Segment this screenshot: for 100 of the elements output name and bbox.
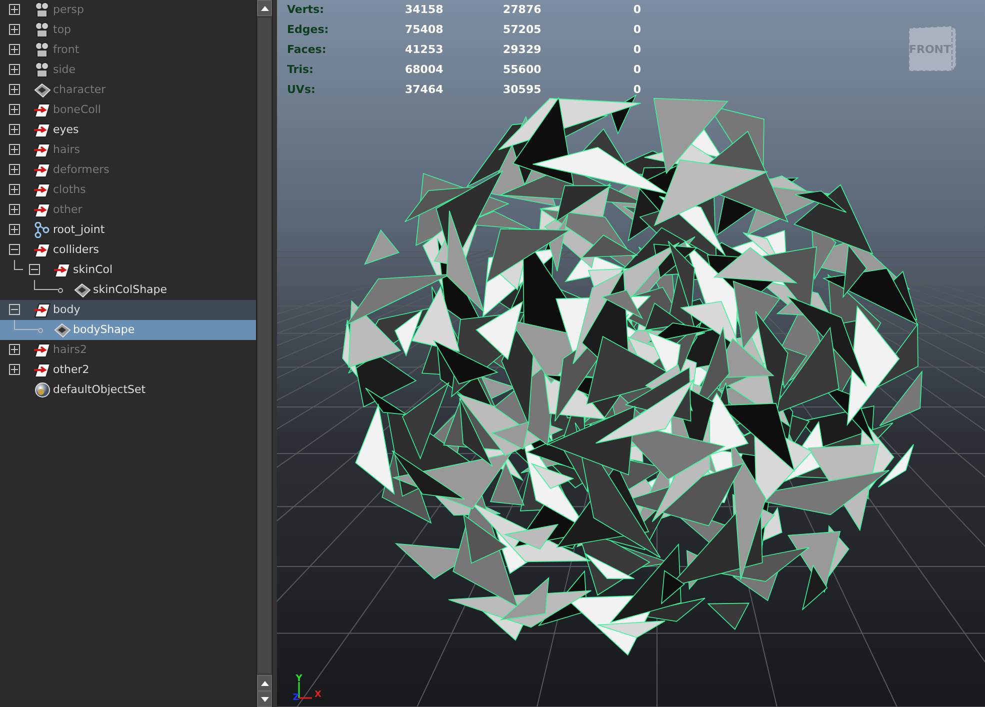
stat-label: Faces: <box>287 40 405 60</box>
outliner-item[interactable]: hairs <box>0 140 256 160</box>
outliner-item[interactable]: body <box>0 300 256 320</box>
mesh-icon <box>74 282 91 298</box>
outliner-item[interactable]: colliders <box>0 240 256 260</box>
crystal-mesh-drawing[interactable] <box>342 94 922 656</box>
expand-toggle[interactable] <box>9 224 20 235</box>
item-label: root_joint <box>53 222 105 238</box>
scroll-up-button[interactable] <box>257 0 272 16</box>
collapse-toggle[interactable] <box>9 304 20 315</box>
item-label: front <box>53 42 80 58</box>
transform-icon <box>34 162 51 178</box>
expand-toggle[interactable] <box>9 204 20 215</box>
expand-toggle[interactable] <box>9 144 20 155</box>
stat-value: 75408 <box>405 22 444 38</box>
item-label: top <box>53 22 72 38</box>
scroll-up-button[interactable] <box>257 675 272 691</box>
item-label: other <box>53 202 82 218</box>
outliner-item[interactable]: cloths <box>0 180 256 200</box>
axis-label: Z <box>292 693 300 703</box>
outliner-item[interactable]: other <box>0 200 256 220</box>
transform-icon <box>34 122 51 138</box>
expand-toggle[interactable] <box>9 24 20 35</box>
stat-value: 68004 <box>405 62 444 78</box>
outliner-item[interactable]: top <box>0 20 256 40</box>
expand-toggle[interactable] <box>9 184 20 195</box>
axis-label: Y <box>296 674 302 684</box>
expand-toggle[interactable] <box>9 164 20 175</box>
outliner-item[interactable]: root_joint <box>0 220 256 240</box>
outliner-item[interactable]: deformers <box>0 160 256 180</box>
expand-toggle[interactable] <box>9 84 20 95</box>
up-arrow-icon <box>260 6 268 10</box>
outliner-item[interactable]: defaultObjectSet <box>0 380 256 400</box>
stat-label: Tris: <box>287 62 314 78</box>
x-axis-line <box>299 697 312 699</box>
outliner-item[interactable]: skinColShape <box>0 280 256 300</box>
expand-toggle[interactable] <box>9 44 20 55</box>
item-label: deformers <box>53 162 110 178</box>
expand-toggle[interactable] <box>9 344 20 355</box>
stat-label: Verts: <box>287 2 326 18</box>
expand-toggle[interactable] <box>9 4 20 15</box>
stat-value: 30595 <box>503 82 542 98</box>
transform-icon <box>34 202 51 218</box>
item-label: defaultObjectSet <box>53 382 146 398</box>
outliner-item[interactable]: other2 <box>0 360 256 380</box>
tree-line <box>14 260 23 270</box>
item-label: cloths <box>53 182 86 198</box>
mesh-icon <box>34 82 51 98</box>
stat-value: 0 <box>632 62 641 78</box>
axis-label: X <box>314 690 322 700</box>
item-label: character <box>53 82 106 98</box>
collapse-toggle[interactable] <box>29 264 40 275</box>
item-label: bodyShape <box>73 322 135 338</box>
stat-value: 57205 <box>503 22 542 38</box>
scrollbar[interactable] <box>256 0 273 707</box>
item-label: persp <box>53 2 84 18</box>
stat-value: 0 <box>632 82 641 98</box>
item-label: body <box>53 302 80 318</box>
outliner-item[interactable]: persp <box>0 0 256 20</box>
expand-toggle[interactable] <box>9 104 20 115</box>
stat-value: 0 <box>632 22 641 38</box>
mesh-icon <box>54 322 71 338</box>
outliner-item[interactable]: bodyShape <box>0 320 256 340</box>
expand-toggle[interactable] <box>9 124 20 135</box>
outliner-item[interactable]: eyes <box>0 120 256 140</box>
outliner-item[interactable]: boneColl <box>0 100 256 120</box>
camera-icon <box>34 62 51 78</box>
outliner-item[interactable]: hairs2 <box>0 340 256 360</box>
outliner-item[interactable]: skinCol <box>0 260 256 280</box>
expand-toggle[interactable] <box>9 64 20 75</box>
outliner-item[interactable]: character <box>0 80 256 100</box>
down-arrow-icon <box>260 696 268 702</box>
collapse-toggle[interactable] <box>9 244 20 255</box>
item-label: colliders <box>53 242 99 258</box>
camera-icon <box>34 22 51 38</box>
item-label: boneColl <box>53 102 101 118</box>
expand-toggle[interactable] <box>9 364 20 375</box>
tree-line <box>34 280 58 290</box>
camera-icon <box>34 42 51 58</box>
transform-icon <box>34 242 51 258</box>
stat-value: 0 <box>632 2 641 18</box>
transform-icon <box>34 142 51 158</box>
item-label: skinColShape <box>93 282 168 298</box>
stat-value: 34158 <box>405 2 444 18</box>
outliner-item[interactable]: side <box>0 60 256 80</box>
transform-icon <box>34 182 51 198</box>
item-label: eyes <box>53 122 79 138</box>
transform-icon <box>34 102 51 118</box>
item-label: other2 <box>53 362 90 378</box>
stat-value: 27876 <box>503 2 542 18</box>
outliner-item[interactable]: front <box>0 40 256 60</box>
tree-line <box>14 320 38 330</box>
transform-icon <box>34 342 51 358</box>
tree-node-dot <box>38 328 43 333</box>
item-label: side <box>53 62 76 78</box>
scroll-down-button[interactable] <box>257 691 272 707</box>
stat-label: UVs: <box>287 82 316 98</box>
tree-node-dot <box>58 288 63 293</box>
item-label: hairs2 <box>53 342 88 358</box>
stat-value: 0 <box>632 42 641 58</box>
